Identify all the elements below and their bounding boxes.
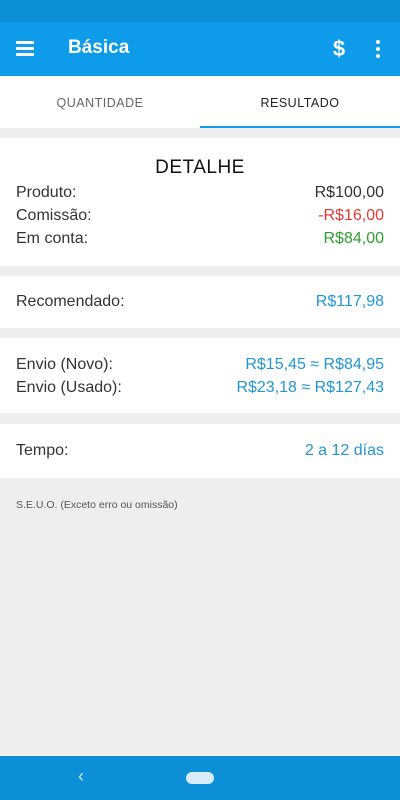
in-account-label: Em conta: — [16, 230, 89, 247]
commission-value: -R$16,00 — [318, 207, 384, 224]
commission-label: Comissão: — [16, 207, 92, 224]
tab-bar: QUANTIDADE RESULTADO — [0, 76, 400, 128]
shipping-card: Envio (Novo): R$15,45 ≈ R$84,95 Envio (U… — [0, 338, 400, 413]
recommended-label: Recomendado: — [16, 293, 125, 310]
hamburger-menu-icon[interactable] — [14, 39, 38, 59]
back-chevron-icon[interactable]: ‹ — [78, 766, 84, 787]
time-label: Tempo: — [16, 442, 69, 459]
status-bar — [0, 0, 400, 22]
recommended-value: R$117,98 — [315, 293, 384, 310]
recommended-card: Recomendado: R$117,98 — [0, 276, 400, 328]
in-account-value: R$84,00 — [323, 230, 385, 247]
app-bar: Básica $ — [0, 22, 400, 76]
shipping-used-label: Envio (Usado): — [16, 379, 122, 396]
shipping-new-label: Envio (Novo): — [16, 356, 113, 373]
shipping-new-value: R$15,45 ≈ R$84,95 — [245, 356, 384, 373]
shipping-used-value: R$23,18 ≈ R$127,43 — [236, 379, 384, 396]
currency-icon[interactable]: $ — [328, 34, 350, 64]
home-pill-icon[interactable] — [186, 772, 214, 784]
detail-heading: DETALHE — [155, 157, 245, 178]
active-tab-indicator — [200, 126, 400, 128]
more-vert-icon[interactable] — [370, 36, 386, 62]
detail-card: DETALHE Produto: R$100,00 Comissão: -R$1… — [0, 138, 400, 266]
disclaimer-text: S.E.U.O. (Exceto erro ou omissão) — [16, 499, 178, 511]
time-card: Tempo: 2 a 12 días — [0, 424, 400, 478]
system-nav-bar: ‹ — [0, 756, 400, 800]
product-label: Produto: — [16, 184, 77, 201]
page-title: Básica — [68, 37, 130, 58]
product-value: R$100,00 — [314, 184, 384, 201]
tab-quantidade[interactable]: QUANTIDADE — [0, 76, 200, 128]
time-value: 2 a 12 días — [304, 442, 384, 459]
tab-resultado[interactable]: RESULTADO — [200, 76, 400, 128]
